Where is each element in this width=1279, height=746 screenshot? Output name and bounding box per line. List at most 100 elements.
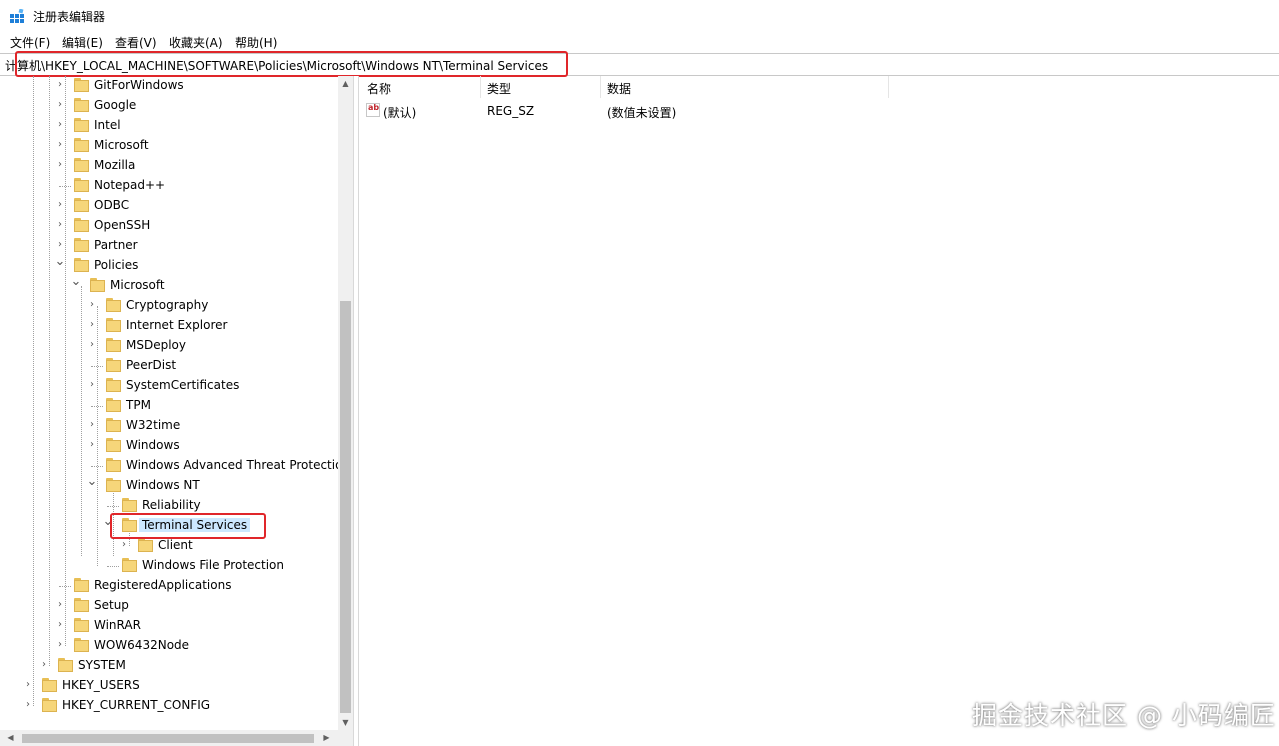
menu-file[interactable]: 文件(F)	[10, 34, 50, 51]
tree-vertical-scrollbar[interactable]: ▲ ▼	[338, 76, 353, 730]
value-name[interactable]: (默认)	[383, 104, 416, 121]
column-separator[interactable]	[600, 76, 601, 98]
chevron-down-icon[interactable]: ⌄	[54, 255, 66, 268]
menu-edit[interactable]: 编辑(E)	[62, 34, 103, 51]
chevron-right-icon[interactable]: ›	[54, 119, 66, 131]
chevron-right-icon[interactable]: ›	[38, 659, 50, 671]
tree-item-label[interactable]: Microsoft	[110, 278, 165, 292]
tree-item-label[interactable]: Google	[94, 98, 136, 112]
tree-item-label[interactable]: OpenSSH	[94, 218, 150, 232]
tree-item[interactable]: Windows File Protection	[0, 556, 340, 576]
chevron-right-icon[interactable]: ›	[54, 599, 66, 611]
chevron-right-icon[interactable]: ›	[86, 339, 98, 351]
chevron-right-icon[interactable]: ›	[86, 299, 98, 311]
tree-item-label[interactable]: Mozilla	[94, 158, 135, 172]
chevron-right-icon[interactable]: ›	[54, 159, 66, 171]
chevron-right-icon[interactable]: ›	[54, 99, 66, 111]
values-list[interactable]: 名称 类型 数据 ab (默认) REG_SZ (数值未设置)	[360, 76, 1279, 746]
tree-item[interactable]: › WinRAR	[0, 616, 340, 636]
tree-item-label[interactable]: WOW6432Node	[94, 638, 189, 652]
tree-item[interactable]: Windows Advanced Threat Protectio	[0, 456, 342, 476]
tree-scroll-thumb[interactable]	[340, 301, 351, 713]
tree-item[interactable]: RegisteredApplications	[0, 576, 340, 596]
tree-hscroll-thumb[interactable]	[22, 734, 314, 743]
tree-item-label[interactable]: HKEY_CURRENT_CONFIG	[62, 698, 210, 712]
tree-item[interactable]: TPM	[0, 396, 340, 416]
tree-item[interactable]: › Cryptography	[0, 296, 340, 316]
registry-tree[interactable]: › GitForWindows › Google › Intel › Microsoft › Mo…	[0, 76, 353, 746]
chevron-right-icon[interactable]: ›	[86, 319, 98, 331]
tree-item-label[interactable]: GitForWindows	[94, 78, 184, 92]
chevron-down-icon[interactable]: ⌄	[70, 275, 82, 288]
chevron-right-icon[interactable]: ›	[54, 199, 66, 211]
chevron-down-icon[interactable]: ⌄	[86, 475, 98, 488]
tree-item-label[interactable]: Intel	[94, 118, 121, 132]
chevron-right-icon[interactable]: ›	[54, 139, 66, 151]
column-header-data[interactable]: 数据	[607, 80, 631, 97]
tree-item[interactable]: PeerDist	[0, 356, 340, 376]
tree-item-label[interactable]: Reliability	[142, 498, 201, 512]
tree-item[interactable]: › MSDeploy	[0, 336, 340, 356]
tree-item-label[interactable]: WinRAR	[94, 618, 141, 632]
chevron-right-icon[interactable]: ›	[22, 679, 34, 691]
tree-item[interactable]: › Mozilla	[0, 156, 340, 176]
tree-item-label[interactable]: Windows	[126, 438, 180, 452]
chevron-right-icon[interactable]: ›	[86, 379, 98, 391]
tree-item[interactable]: › Client	[0, 536, 340, 556]
tree-item[interactable]: › Windows	[0, 436, 340, 456]
tree-item[interactable]: › Microsoft	[0, 136, 340, 156]
tree-item-label[interactable]: Internet Explorer	[126, 318, 227, 332]
tree-item[interactable]: › HKEY_CURRENT_CONFIG	[0, 696, 340, 716]
tree-item[interactable]: › SYSTEM	[0, 656, 340, 676]
tree-item-label[interactable]: PeerDist	[126, 358, 176, 372]
tree-item-label[interactable]: ODBC	[94, 198, 129, 212]
tree-item[interactable]: › Setup	[0, 596, 340, 616]
tree-item[interactable]: › GitForWindows	[0, 76, 340, 96]
column-separator[interactable]	[480, 76, 481, 98]
tree-item-label[interactable]: Policies	[94, 258, 138, 272]
tree-item[interactable]: › SystemCertificates	[0, 376, 340, 396]
pane-splitter[interactable]	[353, 76, 359, 746]
tree-item-label[interactable]: RegisteredApplications	[94, 578, 231, 592]
menu-favorites[interactable]: 收藏夹(A)	[169, 34, 223, 51]
tree-item-label[interactable]: Cryptography	[126, 298, 208, 312]
tree-item-label[interactable]: Setup	[94, 598, 129, 612]
chevron-right-icon[interactable]: ›	[54, 79, 66, 91]
chevron-right-icon[interactable]: ›	[54, 219, 66, 231]
column-separator[interactable]	[888, 76, 889, 98]
tree-item-label[interactable]: MSDeploy	[126, 338, 186, 352]
tree-item-label[interactable]: Client	[158, 538, 193, 552]
menu-help[interactable]: 帮助(H)	[235, 34, 277, 51]
tree-item[interactable]: › OpenSSH	[0, 216, 340, 236]
tree-item[interactable]: › Google	[0, 96, 340, 116]
column-header-name[interactable]: 名称	[367, 80, 391, 97]
tree-item[interactable]: › Partner	[0, 236, 340, 256]
tree-item[interactable]: ⌄ Policies	[0, 255, 340, 276]
chevron-right-icon[interactable]: ›	[86, 439, 98, 451]
tree-item-label[interactable]: Windows NT	[126, 478, 200, 492]
tree-item-label[interactable]: SystemCertificates	[126, 378, 239, 392]
tree-horizontal-scrollbar[interactable]: ◀ ▶	[0, 730, 338, 746]
tree-item[interactable]: › ODBC	[0, 196, 340, 216]
tree-item[interactable]: › WOW6432Node	[0, 636, 340, 656]
tree-item-label[interactable]: Windows File Protection	[142, 558, 284, 572]
scroll-right-arrow-icon[interactable]: ▶	[319, 730, 334, 745]
chevron-right-icon[interactable]: ›	[86, 419, 98, 431]
tree-item[interactable]: ⌄ Microsoft	[0, 275, 340, 296]
tree-item-label[interactable]: Windows Advanced Threat Protectio	[126, 458, 342, 472]
chevron-right-icon[interactable]: ›	[54, 239, 66, 251]
menu-view[interactable]: 查看(V)	[115, 34, 157, 51]
tree-item[interactable]: Notepad++	[0, 176, 340, 196]
chevron-right-icon[interactable]: ›	[22, 699, 34, 711]
scroll-down-arrow-icon[interactable]: ▼	[338, 715, 353, 730]
tree-item[interactable]: › HKEY_USERS	[0, 676, 340, 696]
tree-item[interactable]: › W32time	[0, 416, 340, 436]
chevron-right-icon[interactable]: ›	[54, 619, 66, 631]
scroll-up-arrow-icon[interactable]: ▲	[338, 76, 353, 91]
chevron-right-icon[interactable]: ›	[54, 639, 66, 651]
tree-item[interactable]: ⌄ Windows NT	[0, 475, 340, 496]
tree-item-label[interactable]: Microsoft	[94, 138, 149, 152]
tree-item[interactable]: › Intel	[0, 116, 340, 136]
tree-item[interactable]: › Internet Explorer	[0, 316, 340, 336]
column-header-type[interactable]: 类型	[487, 80, 511, 97]
